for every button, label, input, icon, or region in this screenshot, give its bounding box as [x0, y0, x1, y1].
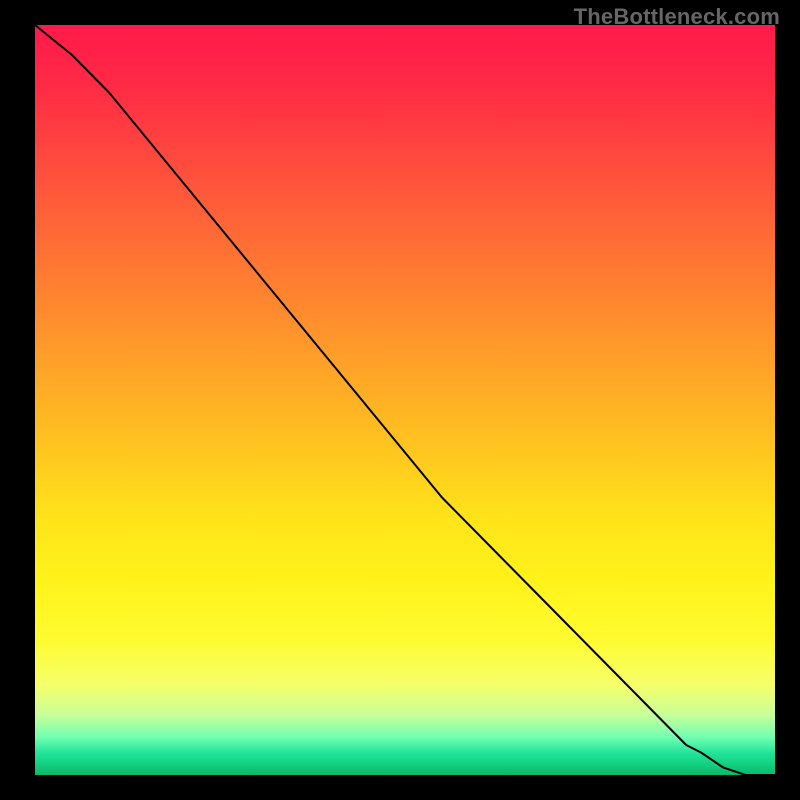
marker-segment — [616, 603, 623, 611]
marker-group — [509, 475, 768, 771]
chart-frame: TheBottleneck.com — [0, 0, 800, 800]
bottleneck-curve — [35, 25, 775, 775]
marker-segment — [509, 475, 546, 513]
marker-segment — [627, 618, 634, 626]
marker-segment — [549, 520, 556, 528]
marker-segment — [697, 715, 708, 730]
chart-overlay — [35, 25, 775, 775]
plot-area — [35, 25, 775, 775]
marker-segment — [560, 535, 590, 565]
marker-segment — [731, 760, 738, 764]
marker-segment — [660, 663, 671, 678]
marker-segment — [590, 573, 612, 596]
marker-segment — [638, 633, 657, 656]
marker-segment — [679, 693, 694, 708]
